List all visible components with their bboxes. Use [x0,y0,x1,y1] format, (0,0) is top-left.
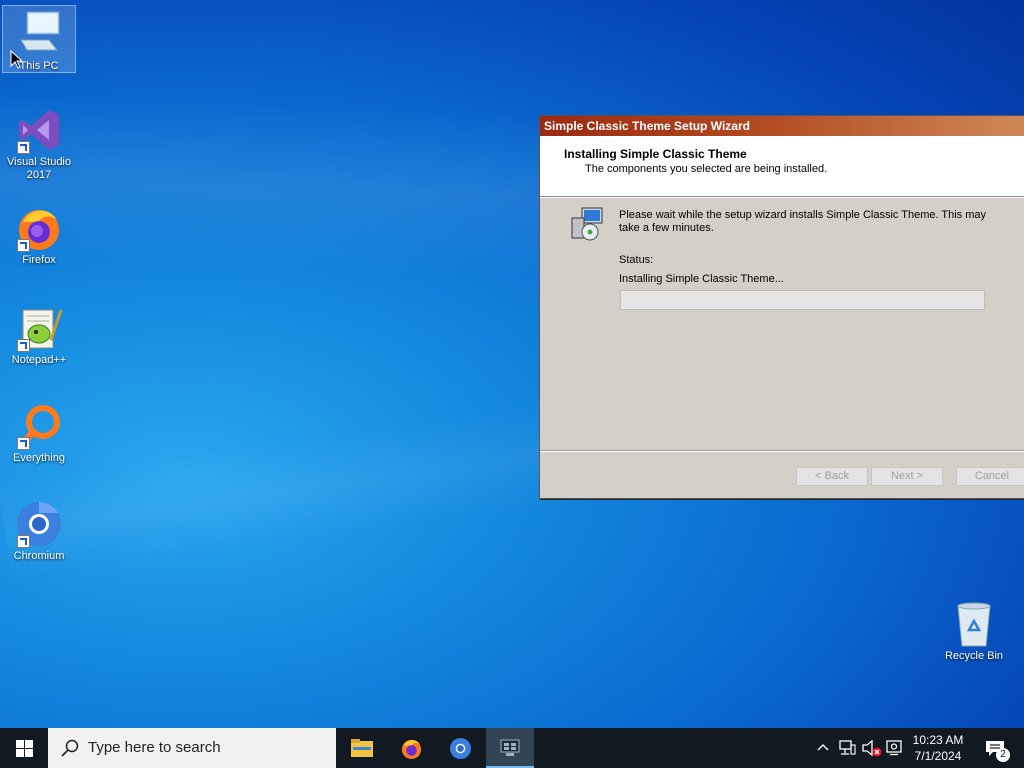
computer-icon [15,10,63,58]
firefox-icon [15,204,63,252]
shortcut-arrow-icon [17,535,30,548]
shortcut-arrow-icon [17,339,30,352]
notification-count-badge: 2 [996,748,1010,762]
tray-device[interactable] [884,728,904,768]
wizard-title: Simple Classic Theme Setup Wizard [544,119,750,133]
shortcut-arrow-icon [17,239,30,252]
wizard-title-bar[interactable]: Simple Classic Theme Setup Wizard [540,116,1024,136]
start-button[interactable] [0,728,48,768]
desktop-icon-label: Notepad++ [11,354,67,366]
network-icon [839,740,856,755]
desktop-icon-label: Visual Studio 2017 [6,156,71,181]
desktop-icon-firefox[interactable]: Firefox [3,204,75,267]
setup-wizard-window: Simple Classic Theme Setup Wizard Instal… [539,115,1024,499]
file-explorer-icon [351,739,373,757]
display-icon [886,740,902,756]
cancel-button[interactable]: Cancel [956,467,1024,486]
installer-icon [570,206,603,241]
desktop-icon-label: Firefox [22,254,56,266]
desktop-icon-visual-studio[interactable]: Visual Studio 2017 [3,106,75,182]
desktop-icon-recycle-bin[interactable]: Recycle Bin [938,600,1010,663]
status-text: Installing Simple Classic Theme... [619,273,784,285]
taskbar-search-box[interactable]: Type here to search [48,728,336,768]
tray-network[interactable] [836,728,858,768]
taskbar: Type here to search 10:23 AM 7/1/2024 2 [0,728,1024,768]
shortcut-arrow-icon [17,437,30,450]
volume-muted-icon [862,740,882,757]
tray-volume[interactable] [860,728,882,768]
desktop-icon-everything[interactable]: Everything [3,402,75,465]
desktop-icon-chromium[interactable]: Chromium [3,500,75,563]
install-progress-bar [620,290,985,310]
status-label: Status: [619,254,654,266]
recycle-bin-icon [950,600,998,648]
wizard-header-title: Installing Simple Classic Theme [564,147,747,161]
chromium-icon [15,500,63,548]
wizard-message: Please wait while the setup wizard insta… [619,209,987,234]
tray-overflow-button[interactable] [815,728,829,768]
wizard-body: Please wait while the setup wizard insta… [540,197,1024,451]
back-button[interactable]: < Back [796,467,868,486]
action-center-button[interactable]: 2 [982,728,1012,768]
visual-studio-icon [15,106,63,154]
taskbar-file-explorer[interactable] [338,728,386,768]
wizard-header-subtitle: The components you selected are being in… [585,163,828,175]
notepad-plus-plus-icon [15,304,63,352]
search-icon [61,739,79,757]
shortcut-arrow-icon [17,141,30,154]
chromium-icon [449,737,472,760]
desktop-icon-label: Everything [13,452,65,464]
wizard-header: Installing Simple Classic Theme The comp… [540,136,1024,197]
chevron-up-icon [817,744,829,751]
setup-wizard-icon [500,739,520,756]
taskbar-setup-wizard[interactable] [486,728,534,768]
desktop-icon-notepad-plus-plus[interactable]: Notepad++ [3,304,75,367]
wizard-footer: < Back Next > Cancel [540,450,1024,499]
everything-search-icon [15,402,63,450]
taskbar-clock[interactable]: 10:23 AM 7/1/2024 [904,732,972,764]
clock-date: 7/1/2024 [914,749,962,763]
clock-time: 10:23 AM [912,733,964,747]
taskbar-firefox[interactable] [387,728,435,768]
desktop-icon-label: Chromium [13,550,65,562]
windows-logo-icon [16,740,33,757]
taskbar-chromium[interactable] [436,728,484,768]
desktop-icon-label: Recycle Bin [944,650,1004,662]
search-placeholder: Type here to search [88,739,221,756]
next-button[interactable]: Next > [871,467,943,486]
firefox-icon [401,739,422,760]
mouse-cursor-icon [10,50,22,69]
